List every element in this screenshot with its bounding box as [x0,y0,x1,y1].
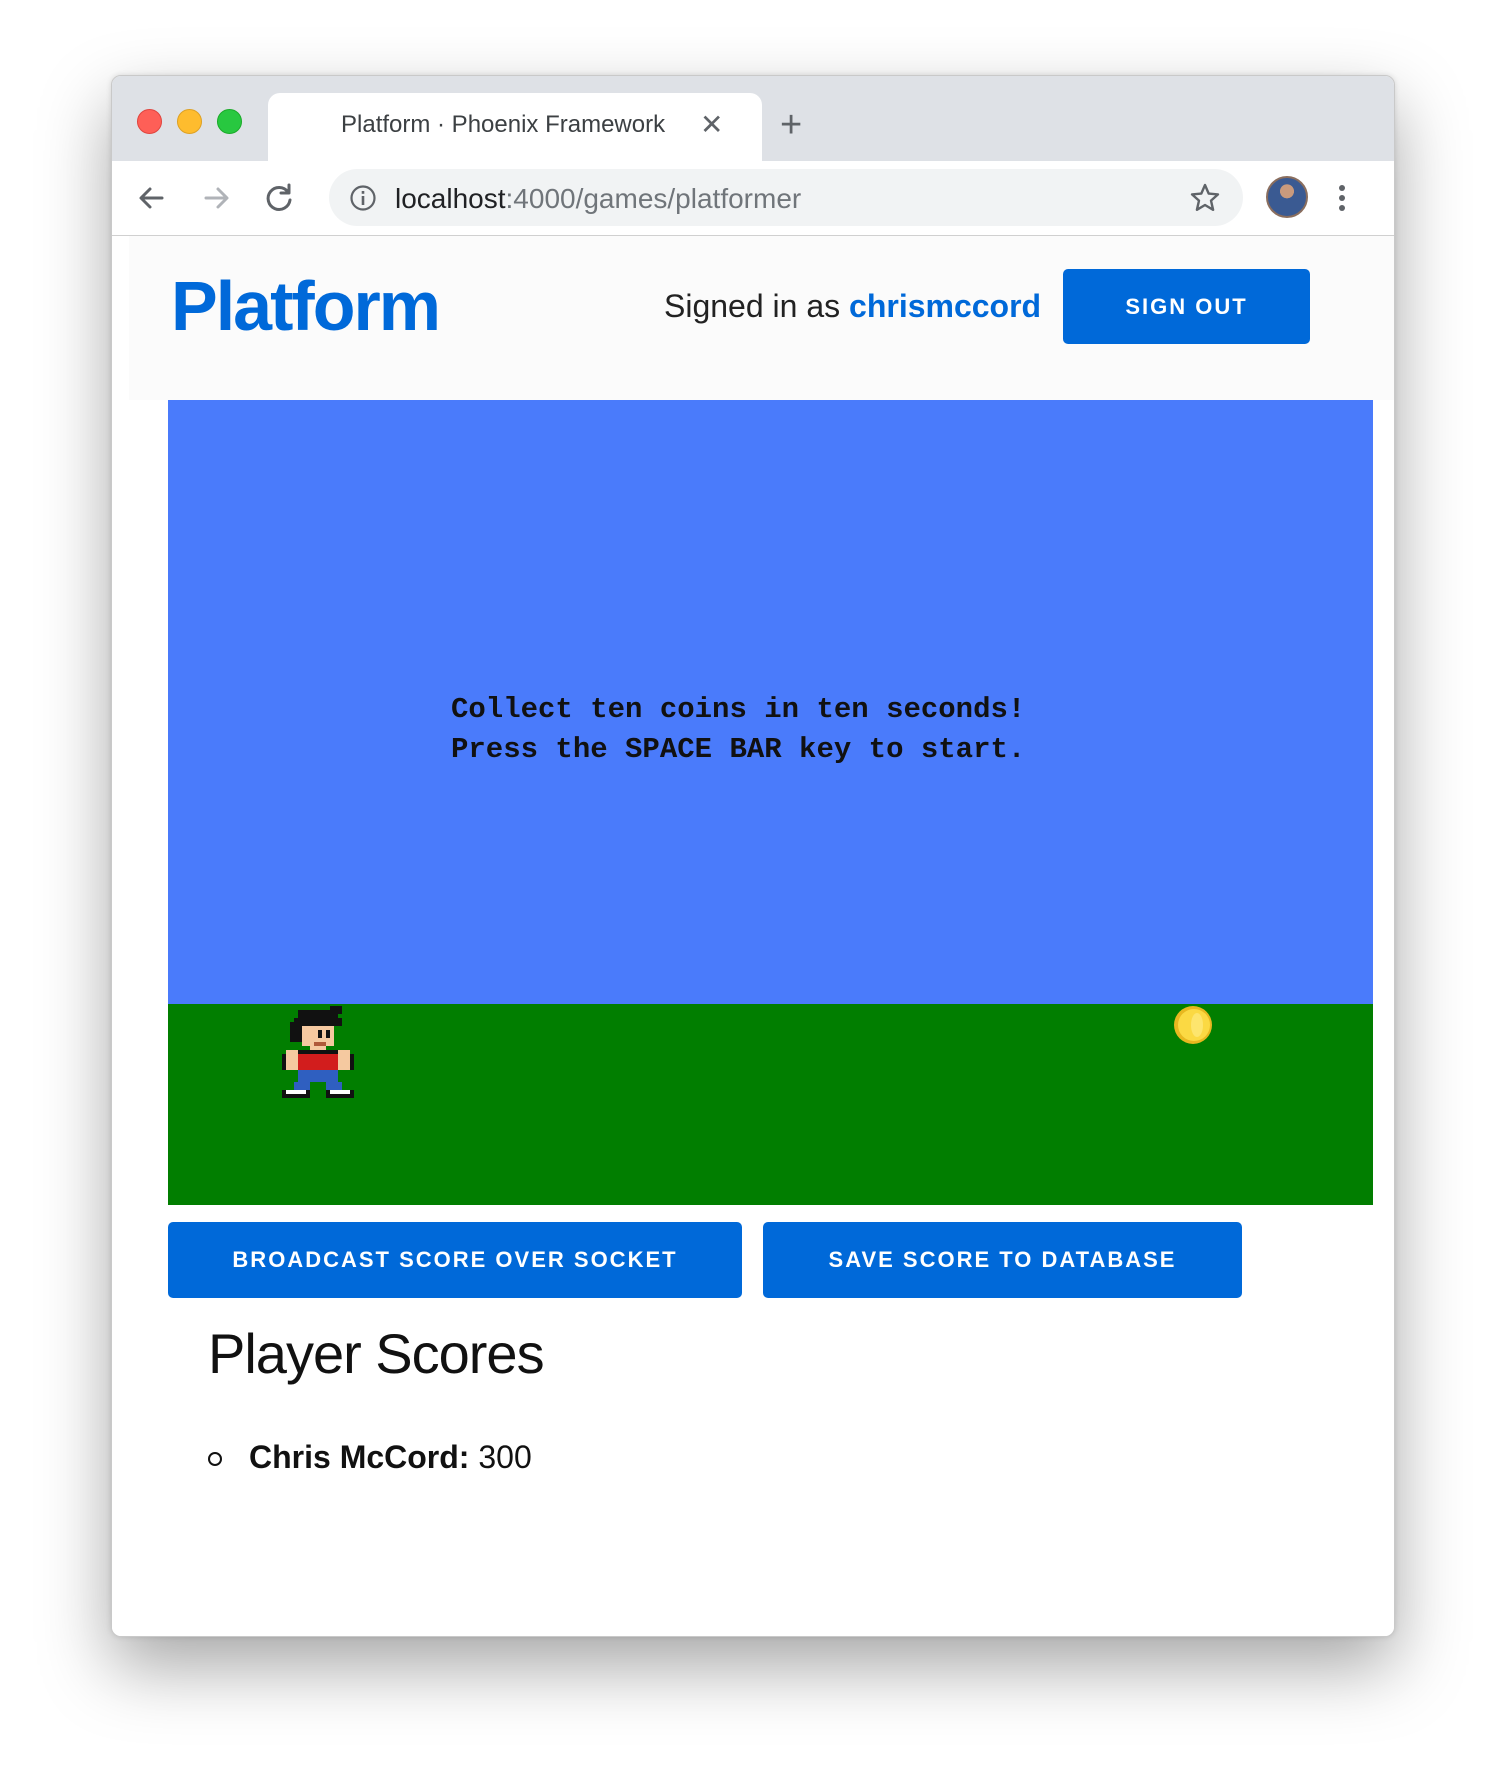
zoom-window-button[interactable] [217,109,242,134]
sign-out-button[interactable]: SIGN OUT [1063,269,1310,344]
username-link[interactable]: chrismccord [849,288,1041,324]
profile-avatar[interactable] [1266,176,1308,218]
tab-title: Platform · Phoenix Framework [341,111,666,138]
bookmark-star-icon[interactable] [1189,182,1221,214]
reload-icon[interactable] [259,178,299,218]
site-logo[interactable]: Platform [171,266,441,346]
url-text[interactable]: localhost:4000/games/platformer [395,183,801,215]
signed-in-label: Signed in as [664,288,850,324]
player-sprite-icon [282,1006,354,1098]
back-arrow-icon[interactable] [132,178,172,218]
list-bullet-icon [208,1452,222,1466]
tab-bar: Platform · Phoenix Framework ✕ + [112,76,1394,161]
game-instructions-line2: Press the SPACE BAR key to start. [451,733,1026,766]
site-header: Platform Signed in as chrismccord SIGN O… [129,236,1394,400]
close-window-button[interactable] [137,109,162,134]
score-player-name: Chris McCord: [249,1439,470,1475]
browser-tab[interactable]: Platform · Phoenix Framework ✕ [268,93,762,161]
game-instructions: Collect ten coins in ten seconds! Press … [451,690,1025,770]
score-value: 300 [478,1439,532,1475]
address-bar[interactable]: localhost:4000/games/platformer [329,169,1243,226]
info-icon[interactable] [349,184,377,212]
broadcast-score-button[interactable]: BROADCAST SCORE OVER SOCKET [168,1222,742,1298]
score-entry: Chris McCord: 300 [249,1439,532,1476]
url-path: :4000/games/platformer [505,183,802,214]
browser-window: Platform · Phoenix Framework ✕ + localho… [111,75,1395,1637]
page-content: Platform Signed in as chrismccord SIGN O… [112,236,1394,1636]
coin-icon [1174,1006,1212,1044]
game-instructions-line1: Collect ten coins in ten seconds! [451,693,1026,726]
browser-toolbar: localhost:4000/games/platformer [112,161,1394,236]
signed-in-status: Signed in as chrismccord [664,288,1041,325]
forward-arrow-icon[interactable] [196,178,236,218]
player-scores-heading: Player Scores [208,1322,545,1385]
url-host: localhost [395,183,506,214]
tab-close-icon[interactable]: ✕ [700,109,723,141]
more-menu-icon[interactable] [1334,178,1350,218]
new-tab-icon[interactable]: + [780,106,802,144]
save-score-button[interactable]: SAVE SCORE TO DATABASE [763,1222,1242,1298]
game-canvas[interactable]: Collect ten coins in ten seconds! Press … [168,400,1373,1205]
minimize-window-button[interactable] [177,109,202,134]
